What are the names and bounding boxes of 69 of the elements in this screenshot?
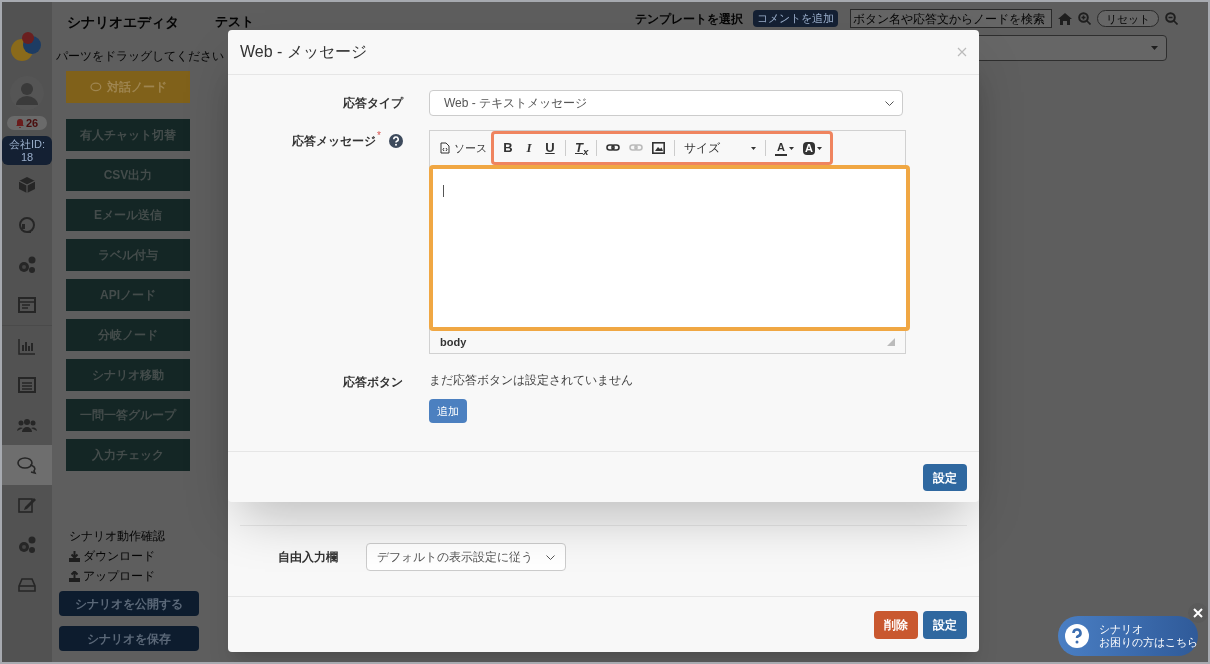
select-field[interactable]: デフォルトの表示設定に従う	[366, 543, 566, 571]
list-icon	[17, 375, 37, 395]
canvas-title: テスト	[215, 13, 254, 31]
company-id: 18	[20, 150, 34, 164]
image-icon	[652, 142, 665, 154]
required-mark: *	[377, 129, 381, 143]
dialog-title: Web - メッセージ	[240, 42, 367, 62]
caret-icon	[1151, 46, 1158, 50]
format-button[interactable]: I	[523, 138, 535, 158]
help-bubble[interactable]: シナリオ お困りの方はこちら	[1058, 616, 1198, 656]
editor-text-area[interactable]	[429, 165, 910, 331]
image-button[interactable]	[652, 142, 665, 154]
save-button[interactable]: 設定	[923, 611, 967, 639]
drive-icon	[17, 575, 37, 595]
select-field[interactable]: Web - テキストメッセージ	[429, 90, 903, 116]
field-label: 自由入力欄	[278, 549, 339, 566]
format-button[interactable]: B	[502, 138, 514, 158]
size-dropdown[interactable]: サイズ	[684, 139, 756, 157]
format-button[interactable]: T$_{x}$	[575, 138, 587, 158]
help-text: お困りの方はこちら	[1099, 636, 1198, 649]
upload-icon	[69, 570, 80, 582]
scenario-link[interactable]: シナリオ動作確認	[69, 527, 207, 545]
link-button[interactable]	[606, 143, 620, 153]
edit-icon	[17, 495, 37, 515]
caret-icon	[751, 146, 756, 150]
window-icon	[17, 295, 37, 315]
search-field[interactable]: ボタン名や応答文からノードを検索	[850, 9, 1052, 28]
bell-icon	[15, 118, 24, 128]
download-icon	[69, 550, 80, 562]
cube-icon	[17, 175, 37, 195]
broken-link-icon	[629, 143, 643, 153]
chat-icon	[89, 81, 103, 93]
scenario-link[interactable]: ダウンロード	[69, 547, 207, 565]
zoom-out-icon[interactable]	[1165, 12, 1178, 25]
help-icon[interactable]	[389, 134, 403, 148]
chat-icon	[17, 455, 37, 475]
element-path: body	[440, 334, 467, 350]
notification-badge[interactable]: 26	[7, 116, 47, 130]
add-button[interactable]: 追加	[429, 399, 467, 423]
field-label: 応答ボタン	[342, 374, 403, 391]
chevron-down-icon	[885, 100, 894, 106]
source-button[interactable]: ソース	[440, 139, 487, 157]
reset-button[interactable]: リセット	[1097, 10, 1159, 27]
field-label: 応答タイプ	[342, 95, 403, 112]
scenario-button[interactable]: シナリオを公開する	[59, 591, 199, 616]
caret-icon	[816, 146, 822, 150]
document-icon	[440, 142, 450, 154]
zoom-in-icon[interactable]	[1078, 12, 1091, 25]
chevron-down-icon	[546, 554, 555, 560]
question-icon	[1065, 624, 1089, 648]
palette-title: シナリオエディタ	[67, 13, 180, 32]
empty-message: まだ応答ボタンは設定されていません	[429, 372, 633, 389]
caret-icon	[788, 146, 794, 150]
text-color-button[interactable]: A	[775, 140, 794, 156]
scenario-button[interactable]: シナリオを保存	[59, 626, 199, 651]
add-comment-button[interactable]: コメントを追加	[753, 10, 838, 27]
rail-item[interactable]	[2, 445, 52, 485]
scenario-link[interactable]: アップロード	[69, 567, 207, 585]
format-button[interactable]: U	[544, 138, 556, 158]
palette-hint: パーツをドラッグしてください	[56, 48, 224, 65]
help-text: シナリオ	[1099, 623, 1144, 636]
home-icon[interactable]	[1058, 12, 1072, 25]
field-label: 応答メッセージ	[292, 133, 377, 150]
template-label: テンプレートを選択	[635, 10, 743, 28]
delete-button[interactable]: 削除	[874, 611, 918, 639]
resize-handle-icon[interactable]	[887, 338, 895, 346]
save-button[interactable]: 設定	[923, 464, 967, 491]
link-icon	[606, 143, 620, 153]
company-label: 会社ID:	[8, 137, 46, 151]
